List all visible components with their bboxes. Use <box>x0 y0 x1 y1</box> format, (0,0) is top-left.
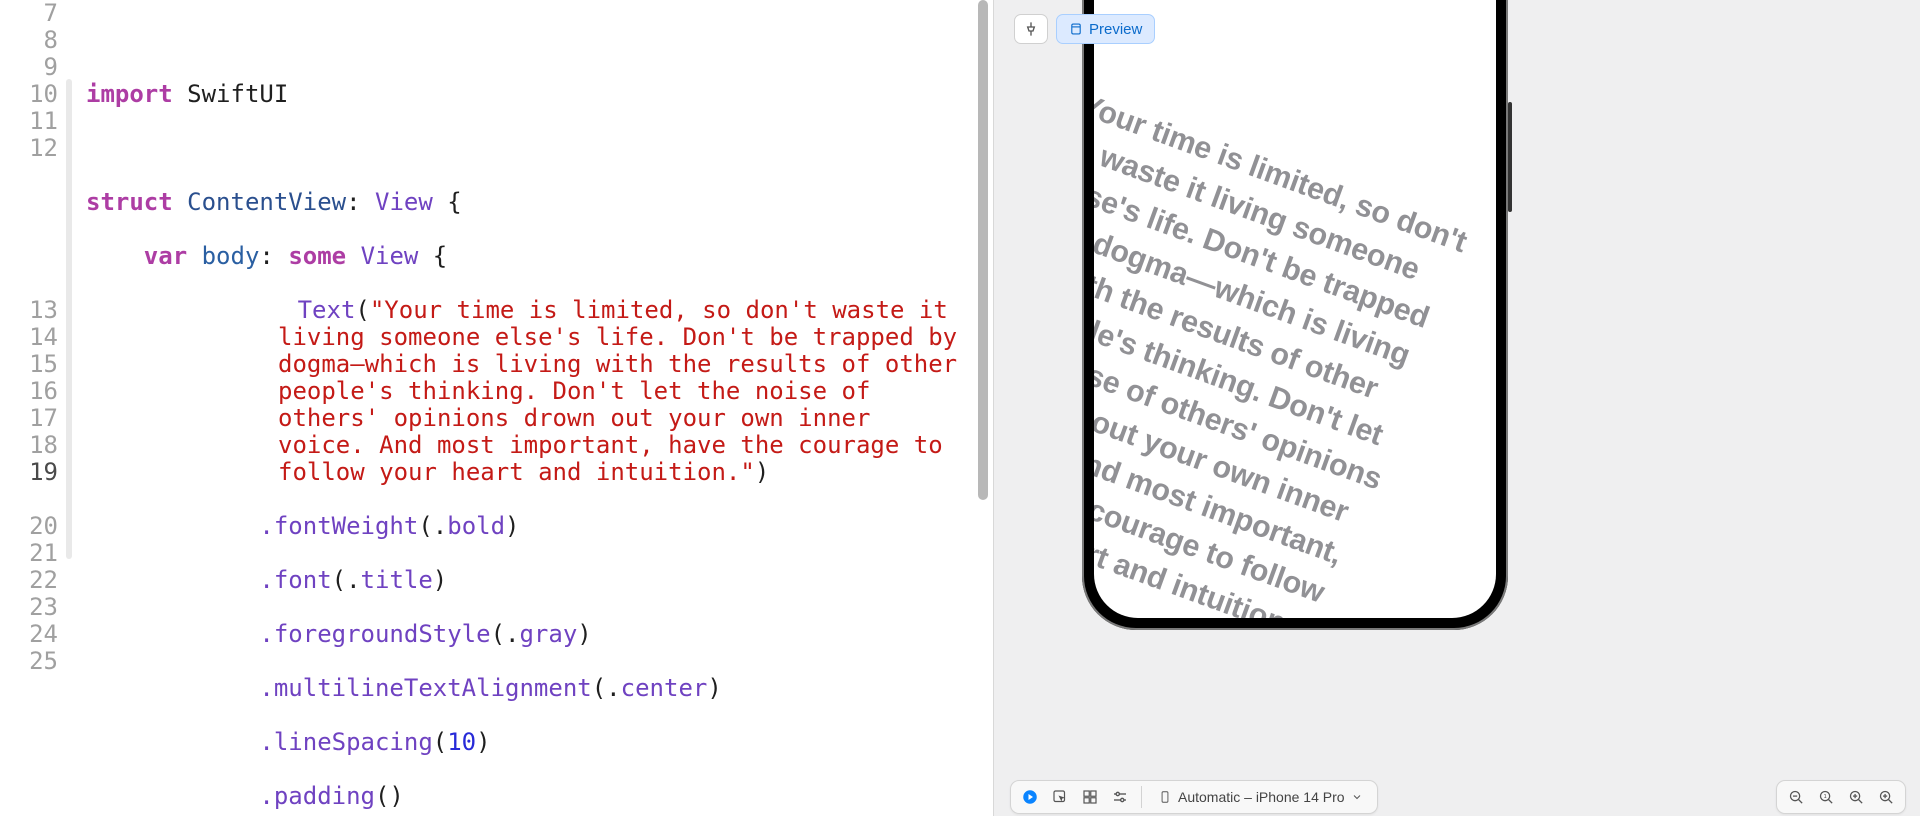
device-frame: Your time is limited, so don't waste it … <box>1082 0 1508 630</box>
device-screen: Your time is limited, so don't waste it … <box>1094 0 1496 618</box>
preview-text-content: Your time is limited, so don't waste it … <box>1094 82 1479 618</box>
zoom-100-icon: 1 <box>1818 789 1835 806</box>
line-number: 10 <box>0 81 58 108</box>
zoom-in-icon <box>1878 789 1895 806</box>
preview-canvas: Preview Your time is limited, so don't w… <box>993 0 1920 816</box>
zoom-out-button[interactable] <box>1783 784 1809 810</box>
pin-preview-button[interactable] <box>1014 14 1048 44</box>
pin-icon <box>1023 21 1039 37</box>
selectable-preview-button[interactable] <box>1047 784 1073 810</box>
line-number: 18 <box>0 432 58 459</box>
line-number: 22 <box>0 567 58 594</box>
line-number: 15 <box>0 351 58 378</box>
zoom-controls-bar: 1 <box>1776 780 1906 814</box>
code-area[interactable]: import SwiftUI struct ContentView: View … <box>72 0 992 816</box>
zoom-out-icon <box>1788 789 1805 806</box>
preview-mode-button[interactable]: Preview <box>1056 14 1155 44</box>
device-name-label: Automatic – iPhone 14 Pro <box>1178 789 1345 805</box>
toolbar-separator <box>1141 786 1142 808</box>
sliders-icon <box>1111 788 1129 806</box>
device-settings-button[interactable] <box>1107 784 1133 810</box>
preview-label: Preview <box>1089 21 1142 38</box>
live-preview-button[interactable] <box>1017 784 1043 810</box>
chevron-down-icon <box>1351 791 1363 803</box>
line-number: 14 <box>0 324 58 351</box>
line-number: 8 <box>0 27 58 54</box>
play-fill-icon <box>1021 788 1039 806</box>
zoom-fit-button[interactable] <box>1843 784 1869 810</box>
preview-controls-bar: Automatic – iPhone 14 Pro <box>1010 780 1378 814</box>
line-number: 25 <box>0 648 58 675</box>
variants-preview-button[interactable] <box>1077 784 1103 810</box>
zoom-actual-button[interactable]: 1 <box>1813 784 1839 810</box>
line-number: 9 <box>0 54 58 81</box>
device-side-button <box>1508 102 1512 212</box>
line-number: 23 <box>0 594 58 621</box>
line-gutter: 7 8 9 10 11 12 13 14 15 16 17 18 19 20 2… <box>0 0 66 816</box>
grid-icon <box>1081 788 1099 806</box>
line-number: 20 <box>0 513 58 540</box>
preview-device-selector[interactable]: Automatic – iPhone 14 Pro <box>1150 789 1371 805</box>
code-editor[interactable]: 7 8 9 10 11 12 13 14 15 16 17 18 19 20 2… <box>0 0 992 816</box>
editor-scrollbar[interactable] <box>978 0 988 500</box>
line-number: 16 <box>0 378 58 405</box>
line-number: 7 <box>0 0 58 27</box>
line-number: 21 <box>0 540 58 567</box>
phone-icon <box>1158 789 1172 805</box>
line-number: 11 <box>0 108 58 135</box>
preview-indicator-icon <box>1069 22 1083 36</box>
line-number: 13 <box>0 297 58 324</box>
line-number: 24 <box>0 621 58 648</box>
svg-text:1: 1 <box>1823 794 1827 800</box>
zoom-in-button[interactable] <box>1873 784 1899 810</box>
line-number: 12 <box>0 135 58 297</box>
line-number: 19 <box>0 459 58 513</box>
line-number: 17 <box>0 405 58 432</box>
zoom-fit-icon <box>1848 789 1865 806</box>
cursor-rect-icon <box>1051 788 1069 806</box>
